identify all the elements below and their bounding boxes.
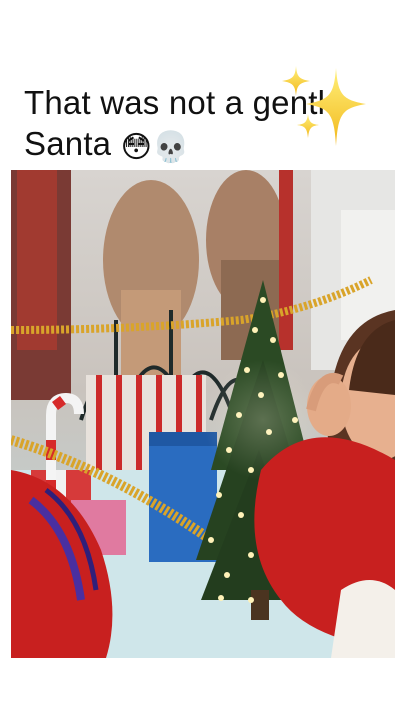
flushed-face-icon: 😳 (120, 130, 153, 165)
post-screen: That was not a gentle Santa 😳💀 (0, 0, 407, 720)
sparkles-icon (282, 66, 366, 146)
video-still (11, 170, 395, 658)
video-frame[interactable] (11, 170, 395, 658)
skull-icon: 💀 (152, 130, 190, 165)
caption-line-2-text: Santa (24, 125, 112, 162)
